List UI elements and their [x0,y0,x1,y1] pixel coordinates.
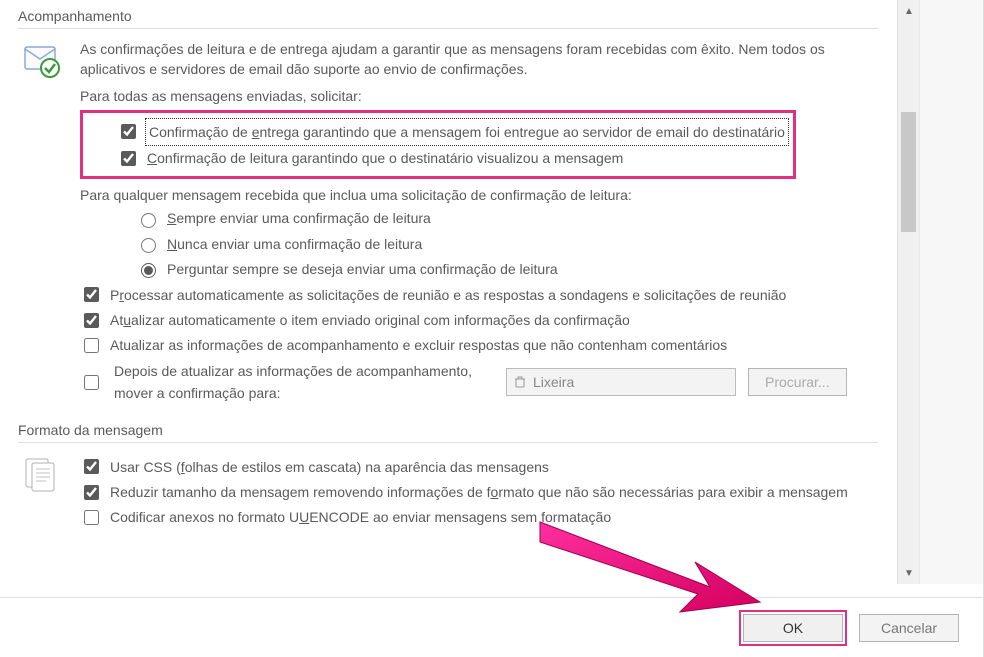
scroll-track[interactable] [898,22,919,562]
dialog-button-bar: OK Cancelar [0,597,983,657]
divider [18,442,878,443]
trash-icon [513,375,527,389]
process-auto-row: Processar automaticamente as solicitaçõe… [80,284,878,306]
tracking-description: As confirmações de leitura e de entrega … [80,39,840,80]
update-exclude-label[interactable]: Atualizar as informações de acompanhamen… [110,334,727,356]
move-receipt-label[interactable]: Depois de atualizar as informações de ac… [114,360,494,405]
radio-ask-each-time[interactable] [141,263,156,278]
radio-never-send[interactable] [141,238,156,253]
move-receipt-row: Depois de atualizar as informações de ac… [80,360,878,405]
annotation-ok-highlight: OK [739,610,847,646]
section-format-title: Formato da mensagem [18,422,878,438]
checkbox-use-css[interactable] [84,459,99,474]
radio-always-label[interactable]: Sempre enviar uma confirmação de leitura [167,207,431,229]
radio-always-row: Sempre enviar uma confirmação de leitura [80,207,878,229]
radio-always-send[interactable] [141,213,156,228]
section-tracking-body: As confirmações de leitura e de entrega … [18,39,878,408]
use-css-label[interactable]: Usar CSS (folhas de estilos em cascata) … [110,456,549,478]
window-margin [919,0,983,584]
checkbox-uuencode[interactable] [84,510,99,525]
checkbox-read-receipt[interactable] [121,151,136,166]
options-dialog: Acompanhamento As confirmações de leitur… [0,0,984,657]
radio-ask-label[interactable]: Perguntar sempre se deseja enviar uma co… [167,258,558,280]
read-receipt-row: Confirmação de leitura garantindo que o … [89,147,787,169]
radio-ask-row: Perguntar sempre se deseja enviar uma co… [80,258,878,280]
scroll-up-button[interactable]: ▲ [898,0,920,22]
ok-button[interactable]: OK [743,614,843,642]
section-tracking-title: Acompanhamento [18,8,878,24]
vertical-scrollbar[interactable]: ▲ ▼ [897,0,919,584]
browse-button: Procurar... [748,368,847,396]
scroll-down-button[interactable]: ▼ [898,562,920,584]
reduce-size-row: Reduzir tamanho da mensagem removendo in… [80,481,878,503]
checkbox-reduce-size[interactable] [84,485,99,500]
section-format-body: Usar CSS (folhas de estilos em cascata) … [18,453,878,532]
update-exclude-row: Atualizar as informações de acompanhamen… [80,334,878,356]
process-auto-label[interactable]: Processar automaticamente as solicitaçõe… [110,284,786,306]
read-receipt-label[interactable]: Confirmação de leitura garantindo que o … [147,147,623,169]
move-folder-value: Lixeira [533,371,574,393]
annotation-highlight-box: Confirmação de entrega garantindo que a … [80,110,796,180]
radio-never-label[interactable]: Nunca enviar uma confirmação de leitura [167,233,422,255]
tracking-icon [22,39,66,408]
scroll-thumb[interactable] [901,112,916,232]
checkbox-process-auto[interactable] [84,287,99,302]
format-icon [22,453,66,532]
update-original-row: Atualizar automaticamente o item enviado… [80,309,878,331]
radio-never-row: Nunca enviar uma confirmação de leitura [80,233,878,255]
checkbox-update-exclude[interactable] [84,338,99,353]
reduce-size-label[interactable]: Reduzir tamanho da mensagem removendo in… [110,481,848,503]
request-all-label: Para todas as mensagens enviadas, solici… [80,88,878,104]
for-received-label: Para qualquer mensagem recebida que incl… [80,187,878,203]
divider [18,28,878,29]
delivery-receipt-label[interactable]: Confirmação de entrega garantindo que a … [147,120,787,144]
update-original-label[interactable]: Atualizar automaticamente o item enviado… [110,309,630,331]
uuencode-label[interactable]: Codificar anexos no formato UUENCODE ao … [110,506,611,528]
use-css-row: Usar CSS (folhas de estilos em cascata) … [80,456,878,478]
options-scroll-pane: Acompanhamento As confirmações de leitur… [0,0,896,584]
delivery-receipt-row: Confirmação de entrega garantindo que a … [89,120,787,144]
cancel-button[interactable]: Cancelar [859,614,959,642]
checkbox-delivery-receipt[interactable] [121,124,136,139]
move-folder-combo: Lixeira [506,368,736,396]
uuencode-row: Codificar anexos no formato UUENCODE ao … [80,506,878,528]
checkbox-update-original[interactable] [84,313,99,328]
checkbox-move-receipt[interactable] [84,375,99,390]
